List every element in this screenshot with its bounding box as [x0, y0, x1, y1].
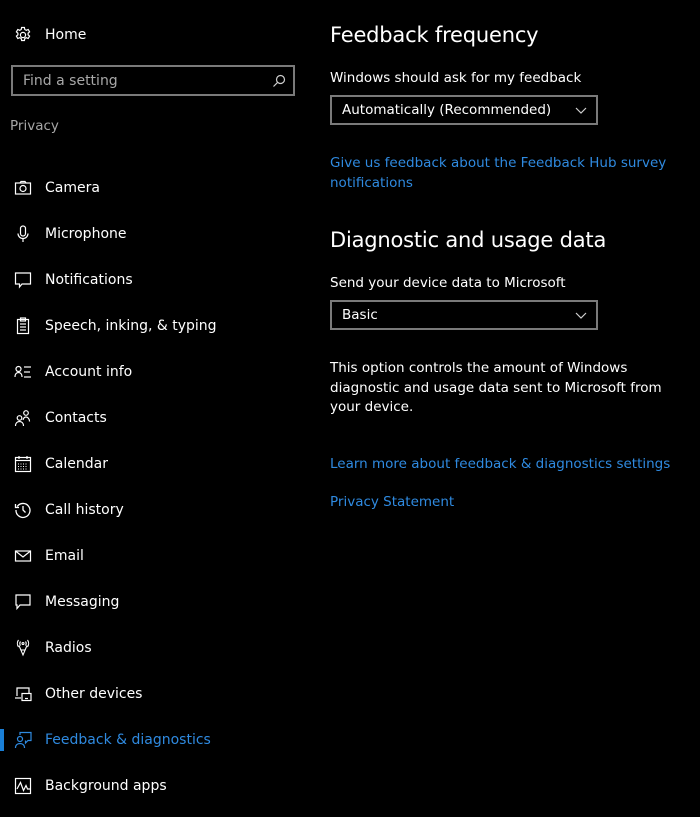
feedback-frequency-dropdown[interactable]: Automatically (Recommended) [330, 95, 598, 125]
sidebar-item-label: Notifications [45, 272, 133, 288]
sidebar-nav: Camera Microphone Notifications Speech, … [0, 165, 310, 809]
notifications-icon [14, 271, 32, 289]
search-input[interactable] [13, 66, 271, 95]
sidebar-item-label: Messaging [45, 594, 120, 610]
feedback-frequency-heading: Feedback frequency [330, 23, 539, 47]
sidebar-item-label: Call history [45, 502, 124, 518]
feedback-frequency-label: Windows should ask for my feedback [330, 70, 582, 86]
sidebar-item-notifications[interactable]: Notifications [0, 257, 310, 303]
sidebar-item-label: Email [45, 548, 84, 564]
sidebar-item-contacts[interactable]: Contacts [0, 395, 310, 441]
sidebar-item-label: Contacts [45, 410, 107, 426]
sidebar-item-label: Calendar [45, 456, 108, 472]
diagnostic-data-label: Send your device data to Microsoft [330, 275, 566, 291]
chevron-down-icon [574, 103, 588, 117]
search-box [11, 65, 295, 96]
dropdown-value: Automatically (Recommended) [342, 102, 552, 118]
learn-more-link[interactable]: Learn more about feedback & diagnostics … [330, 454, 670, 474]
account-info-icon [14, 363, 32, 381]
clipboard-icon [14, 317, 32, 335]
home-label: Home [45, 27, 87, 43]
sidebar-item-camera[interactable]: Camera [0, 165, 310, 211]
sidebar-item-calendar[interactable]: Calendar [0, 441, 310, 487]
sidebar-item-label: Other devices [45, 686, 143, 702]
section-label-privacy: Privacy [10, 118, 59, 134]
microphone-icon [14, 225, 32, 243]
sidebar-item-label: Account info [45, 364, 133, 380]
dropdown-value: Basic [342, 307, 378, 323]
sidebar-item-label: Radios [45, 640, 92, 656]
sidebar-item-feedback-diagnostics[interactable]: Feedback & diagnostics [0, 717, 310, 763]
sidebar-item-label: Microphone [45, 226, 127, 242]
sidebar-item-background-apps[interactable]: Background apps [0, 763, 310, 809]
history-icon [14, 501, 32, 519]
gear-icon [14, 26, 32, 44]
camera-icon [14, 179, 32, 197]
sidebar-item-call-history[interactable]: Call history [0, 487, 310, 533]
messaging-icon [14, 593, 32, 611]
sidebar-item-label: Speech, inking, & typing [45, 318, 217, 334]
sidebar-item-messaging[interactable]: Messaging [0, 579, 310, 625]
feedback-icon [14, 731, 32, 749]
background-apps-icon [14, 777, 32, 795]
feedback-hub-survey-link[interactable]: Give us feedback about the Feedback Hub … [330, 153, 670, 193]
sidebar-item-speech-inking-typing[interactable]: Speech, inking, & typing [0, 303, 310, 349]
diagnostic-data-dropdown[interactable]: Basic [330, 300, 598, 330]
chevron-down-icon [574, 308, 588, 322]
email-icon [14, 547, 32, 565]
search-icon[interactable] [271, 73, 287, 89]
calendar-icon [14, 455, 32, 473]
diagnostic-description: This option controls the amount of Windo… [330, 360, 662, 415]
sidebar-item-account-info[interactable]: Account info [0, 349, 310, 395]
privacy-statement-link[interactable]: Privacy Statement [330, 492, 454, 512]
sidebar-item-microphone[interactable]: Microphone [0, 211, 310, 257]
radios-icon [14, 639, 32, 657]
diagnostic-heading: Diagnostic and usage data [330, 228, 607, 252]
sidebar-item-radios[interactable]: Radios [0, 625, 310, 671]
sidebar-item-label: Camera [45, 180, 100, 196]
contacts-icon [14, 409, 32, 427]
sidebar-item-other-devices[interactable]: Other devices [0, 671, 310, 717]
sidebar-item-label: Feedback & diagnostics [45, 732, 211, 748]
selection-indicator [0, 729, 4, 751]
home-button[interactable]: Home [14, 22, 86, 48]
devices-icon [14, 685, 32, 703]
sidebar-item-email[interactable]: Email [0, 533, 310, 579]
sidebar: Home Privacy Camera Microphone [0, 0, 310, 817]
sidebar-item-label: Background apps [45, 778, 167, 794]
